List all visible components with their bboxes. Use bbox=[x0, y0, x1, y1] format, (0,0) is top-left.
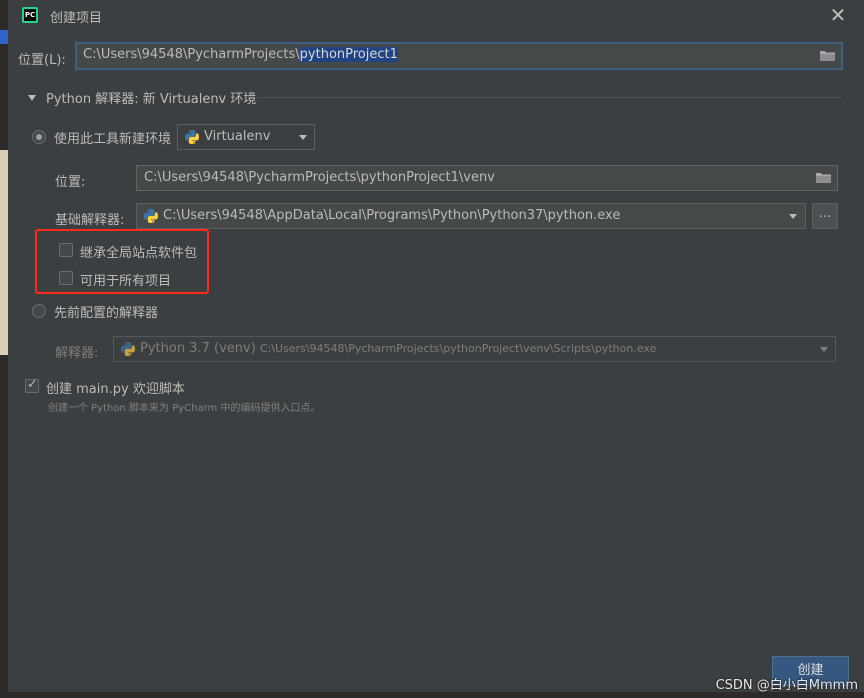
interpreter-label: 解释器: bbox=[55, 346, 99, 361]
browse-interpreter-button[interactable]: ... bbox=[812, 203, 838, 229]
background-selection bbox=[0, 30, 8, 44]
base-interpreter-select[interactable]: C:\Users\94548\AppData\Local\Programs\Py… bbox=[136, 203, 806, 229]
venv-location-input[interactable]: C:\Users\94548\PycharmProjects\pythonPro… bbox=[136, 165, 838, 191]
location-path-selected: pythonProject1 bbox=[299, 47, 398, 62]
base-interpreter-value: C:\Users\94548\AppData\Local\Programs\Py… bbox=[163, 208, 621, 223]
existing-interpreter-name: Python 3.7 (venv) bbox=[140, 341, 256, 356]
welcome-script-label[interactable]: 创建 main.py 欢迎脚本 bbox=[46, 378, 185, 397]
close-icon[interactable]: ✕ bbox=[828, 4, 848, 26]
chevron-down-icon bbox=[820, 347, 828, 352]
python-icon bbox=[185, 130, 199, 144]
folder-icon[interactable] bbox=[820, 50, 835, 61]
radio-dot bbox=[36, 134, 42, 140]
background-window-edge bbox=[0, 0, 8, 698]
chevron-down-icon bbox=[299, 135, 307, 140]
watermark: CSDN @白小白Mmmm bbox=[715, 678, 858, 693]
existing-interpreter-radio[interactable] bbox=[32, 304, 46, 318]
folder-icon[interactable] bbox=[816, 172, 831, 183]
checkmark-icon: ✓ bbox=[27, 377, 38, 392]
dialog-title: 创建项目 bbox=[50, 11, 103, 26]
chevron-down-icon bbox=[789, 214, 797, 219]
existing-interpreter-label[interactable]: 先前配置的解释器 bbox=[54, 302, 158, 321]
pycharm-icon: PC bbox=[22, 7, 38, 23]
section-separator bbox=[258, 97, 841, 98]
venv-location-value: C:\Users\94548\PycharmProjects\pythonPro… bbox=[144, 170, 495, 185]
interpreter-section-title[interactable]: Python 解释器: 新 Virtualenv 环境 bbox=[46, 88, 256, 107]
location-input[interactable]: C:\Users\94548\PycharmProjects\pythonPro… bbox=[75, 42, 843, 70]
welcome-script-checkbox[interactable]: ✓ bbox=[25, 377, 39, 393]
new-env-radio[interactable] bbox=[32, 130, 46, 144]
python-icon bbox=[121, 342, 135, 356]
new-env-label[interactable]: 使用此工具新建环境 bbox=[54, 128, 171, 147]
existing-interpreter-select[interactable]: Python 3.7 (venv) C:\Users\94548\Pycharm… bbox=[113, 336, 836, 362]
existing-interpreter-value: Python 3.7 (venv) C:\Users\94548\Pycharm… bbox=[140, 341, 656, 356]
python-icon bbox=[144, 209, 158, 223]
venv-location-label: 位置: bbox=[55, 175, 86, 190]
welcome-script-hint: 创建一个 Python 脚本来为 PyCharm 中的编码提供入口点。 bbox=[48, 403, 321, 414]
title-bar: PC 创建项目 ✕ bbox=[8, 0, 864, 32]
highlight-annotation-box bbox=[35, 229, 209, 294]
env-tool-select[interactable]: Virtualenv bbox=[177, 124, 315, 150]
existing-interpreter-path: C:\Users\94548\PycharmProjects\pythonPro… bbox=[259, 342, 657, 355]
env-tool-value: Virtualenv bbox=[204, 129, 271, 144]
location-path-prefix: C:\Users\94548\PycharmProjects\ bbox=[83, 47, 300, 62]
location-label: 位置(L): bbox=[18, 53, 66, 68]
base-interpreter-label: 基础解释器: bbox=[55, 213, 125, 228]
background-panel bbox=[0, 150, 8, 355]
expand-triangle-icon[interactable] bbox=[28, 95, 36, 101]
